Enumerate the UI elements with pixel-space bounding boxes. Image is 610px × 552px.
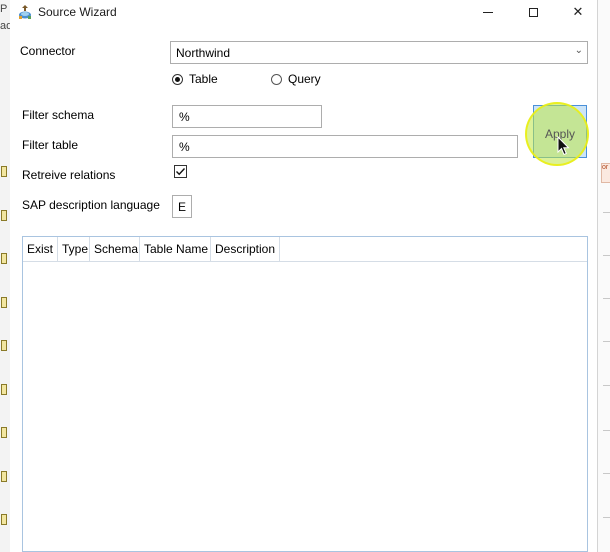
background-node-marker <box>1 297 7 308</box>
window-title: Source Wizard <box>38 5 117 19</box>
maximize-button[interactable] <box>510 0 556 24</box>
filter-schema-input[interactable]: % <box>172 105 322 128</box>
background-tick <box>603 517 610 518</box>
filter-schema-value: % <box>179 110 190 124</box>
tables-grid[interactable]: Exist Type Schema Table Name Description <box>22 236 588 552</box>
mouse-cursor-icon <box>557 136 570 156</box>
background-app-right-edge: or <box>597 0 610 552</box>
column-header-exist[interactable]: Exist <box>23 237 58 261</box>
filter-table-value: % <box>179 140 190 154</box>
background-tick <box>603 298 610 299</box>
sap-language-input[interactable]: E <box>172 195 192 218</box>
background-node-marker <box>1 340 7 351</box>
connector-select[interactable]: Northwind ⌄ <box>170 41 588 64</box>
filter-table-label: Filter table <box>22 138 79 152</box>
retrieve-relations-label: Retreive relations <box>22 168 116 182</box>
background-node-marker <box>1 166 7 177</box>
title-bar[interactable]: Source Wizard ✕ <box>10 0 597 24</box>
connector-value: Northwind <box>176 46 231 60</box>
background-tick <box>603 212 610 213</box>
background-node-marker <box>1 514 7 525</box>
background-node-marker <box>1 471 7 482</box>
filter-schema-label: Filter schema <box>22 108 95 122</box>
background-node-marker <box>1 210 7 221</box>
sap-language-value: E <box>178 200 187 214</box>
minimize-icon <box>483 11 493 13</box>
retrieve-relations-checkbox[interactable] <box>174 165 187 178</box>
grid-header: Exist Type Schema Table Name Description <box>23 237 587 262</box>
source-wizard-dialog: Source Wizard ✕ Connector Northwind ⌄ Ta… <box>10 0 597 552</box>
sap-language-label: SAP description language <box>22 198 160 212</box>
background-tick <box>603 385 610 386</box>
background-tick <box>603 341 610 342</box>
column-header-schema[interactable]: Schema <box>90 237 140 261</box>
column-header-type[interactable]: Type <box>58 237 90 261</box>
radio-table-label: Table <box>189 72 218 86</box>
minimize-button[interactable] <box>465 0 511 24</box>
radio-query-indicator <box>271 73 282 85</box>
radio-table-indicator <box>172 73 183 85</box>
background-node-marker <box>1 427 7 438</box>
background-node-marker <box>1 253 7 264</box>
background-tick <box>603 255 610 256</box>
background-chip: or <box>601 163 610 183</box>
connector-label: Connector <box>20 44 76 58</box>
radio-query-label: Query <box>288 72 321 86</box>
chevron-down-icon: ⌄ <box>574 45 583 56</box>
background-node-marker <box>1 384 7 395</box>
filter-table-input[interactable]: % <box>172 135 518 158</box>
radio-table[interactable]: Table <box>172 72 218 86</box>
app-icon <box>19 5 31 19</box>
maximize-icon <box>528 7 538 17</box>
column-header-table-name[interactable]: Table Name <box>140 237 211 261</box>
checkmark-icon <box>176 168 186 176</box>
background-tick <box>603 473 610 474</box>
close-button[interactable]: ✕ <box>555 0 601 24</box>
close-icon: ✕ <box>572 4 584 19</box>
background-text-fragment: P <box>0 3 8 15</box>
radio-query[interactable]: Query <box>271 72 321 86</box>
column-header-description[interactable]: Description <box>211 237 280 261</box>
background-tick <box>603 430 610 431</box>
